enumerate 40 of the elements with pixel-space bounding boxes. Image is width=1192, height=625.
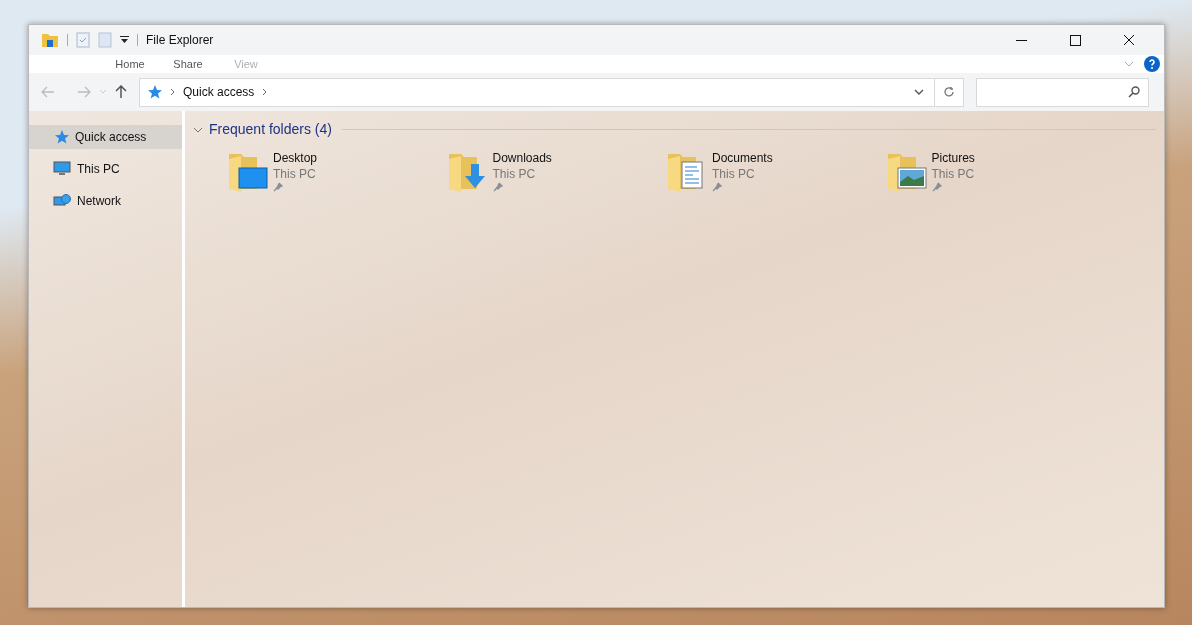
folder-tile[interactable]: Desktop This PC — [227, 150, 427, 192]
star-icon — [146, 84, 162, 100]
chevron-down-icon[interactable] — [914, 89, 924, 95]
folder-name: Documents — [712, 150, 773, 166]
folder-tile[interactable]: Downloads This PC — [446, 150, 647, 192]
chevron-right-icon[interactable] — [262, 88, 268, 96]
folder-location: This PC — [931, 166, 975, 182]
ribbon-tab[interactable]: Share — [159, 55, 217, 73]
sidebar-item[interactable]: This PC — [29, 157, 182, 181]
ribbon-tab[interactable]: Home — [101, 55, 159, 73]
star-icon — [53, 129, 69, 145]
search-field[interactable] — [976, 77, 1149, 107]
properties-icon[interactable] — [76, 32, 90, 48]
window-title: File Explorer — [146, 32, 214, 49]
folder-location: This PC — [492, 166, 537, 182]
forward-arrow-icon[interactable] — [77, 86, 91, 98]
search-icon — [1128, 86, 1140, 98]
folder-location: This PC — [712, 166, 756, 182]
chevron-icon[interactable] — [193, 125, 203, 134]
folder-name: Pictures — [931, 150, 975, 166]
folder-tile[interactable]: Pictures This PC — [885, 150, 1086, 192]
folder-name: Downloads — [492, 150, 552, 166]
breadcrumb-item[interactable]: Quick access — [183, 83, 255, 101]
close-icon — [1123, 34, 1135, 46]
section-header[interactable]: Frequent folders (4) — [209, 119, 332, 140]
sidebar-item[interactable]: Network — [29, 189, 182, 213]
up-arrow-icon[interactable] — [115, 85, 127, 99]
help-icon[interactable] — [1144, 56, 1160, 72]
chevron-right-icon — [170, 88, 175, 96]
dropdown-icon[interactable] — [120, 36, 129, 44]
monitor-icon — [53, 161, 71, 177]
refresh-icon — [943, 86, 955, 98]
address-bar[interactable]: Quick access — [139, 77, 964, 107]
folder-location: This PC — [273, 166, 317, 182]
network-icon — [53, 193, 71, 209]
folder-tile[interactable]: Documents This PC — [666, 150, 866, 192]
folder-name: Desktop — [273, 150, 318, 166]
back-arrow-icon[interactable] — [41, 86, 55, 98]
folder-icon[interactable] — [41, 32, 59, 48]
sidebar-item[interactable]: Quick access — [29, 125, 182, 149]
